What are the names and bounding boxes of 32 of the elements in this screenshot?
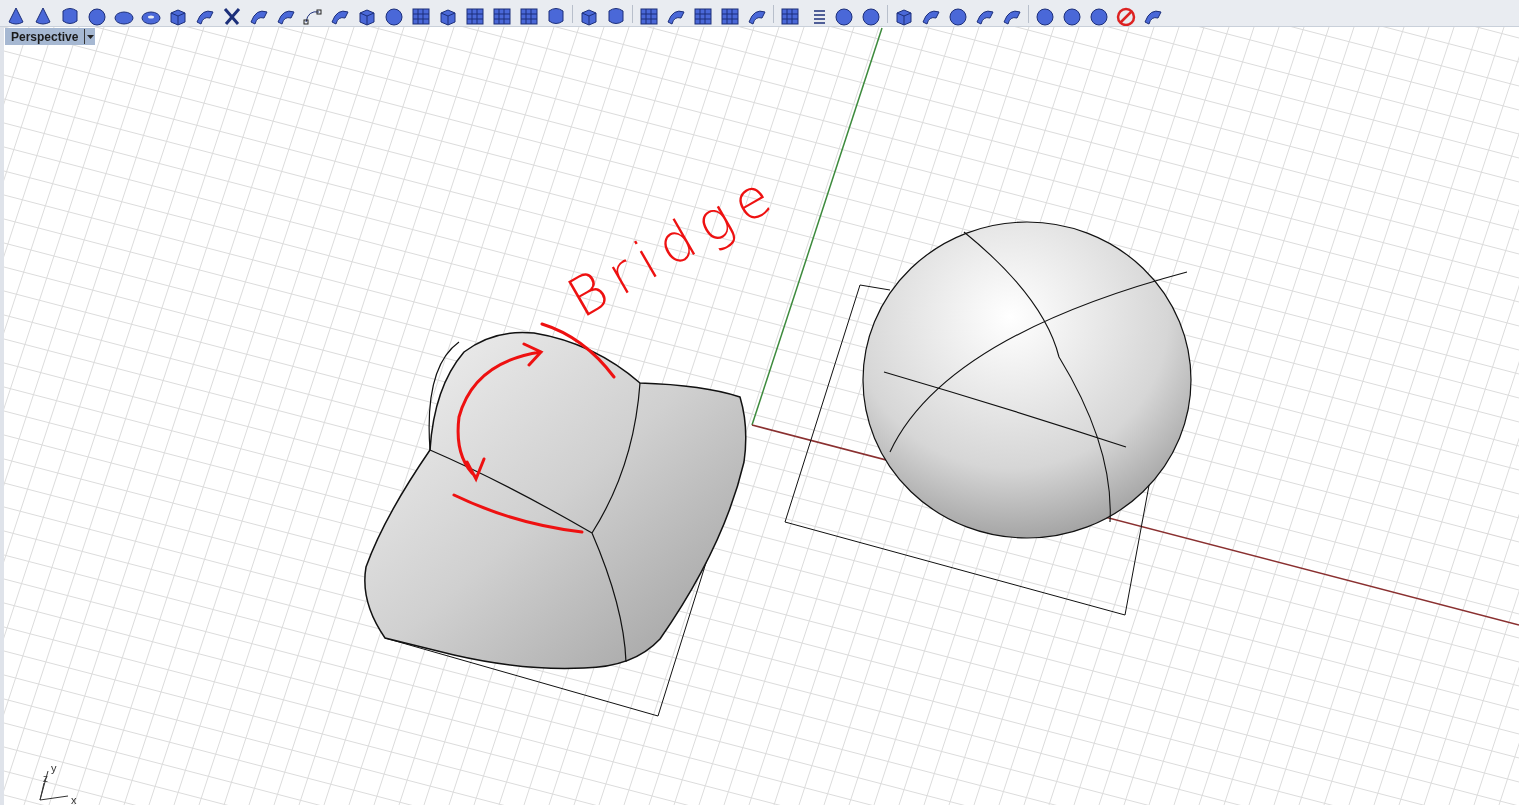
grid-icon[interactable] <box>464 6 486 26</box>
cross-icon[interactable] <box>221 6 243 26</box>
axis-label: y <box>51 762 57 774</box>
viewport-tab[interactable]: Perspective <box>5 28 96 45</box>
sphere-icon[interactable] <box>833 6 855 26</box>
sphere-icon[interactable] <box>383 6 405 26</box>
cube-icon[interactable] <box>167 6 189 26</box>
sphere-icon[interactable] <box>860 6 882 26</box>
cylinder-icon[interactable] <box>59 6 81 26</box>
cube-icon[interactable] <box>437 6 459 26</box>
grid-icon[interactable] <box>491 6 513 26</box>
sphere-icon[interactable] <box>86 6 108 26</box>
sphere-icon[interactable] <box>1088 6 1110 26</box>
cube-icon[interactable] <box>893 6 915 26</box>
dropdown-icon[interactable] <box>84 29 96 44</box>
viewport-title[interactable]: Perspective <box>5 27 85 46</box>
grid-icon[interactable] <box>410 6 432 26</box>
cylinder-icon[interactable] <box>605 6 627 26</box>
sphere-icon[interactable] <box>1034 6 1056 26</box>
sphere-icon[interactable] <box>1061 6 1083 26</box>
grid-icon[interactable] <box>518 6 540 26</box>
axis-label: x <box>71 794 77 805</box>
cube-icon[interactable] <box>356 6 378 26</box>
grid-icon[interactable] <box>638 6 660 26</box>
curve-points-icon[interactable] <box>302 6 324 26</box>
grid-icon[interactable] <box>719 6 741 26</box>
cylinder-icon[interactable] <box>545 6 567 26</box>
no-sign-icon[interactable] <box>1115 6 1137 26</box>
cube-icon[interactable] <box>578 6 600 26</box>
sphere-icon[interactable] <box>947 6 969 26</box>
grid-icon[interactable] <box>779 6 801 26</box>
grid-icon[interactable] <box>692 6 714 26</box>
